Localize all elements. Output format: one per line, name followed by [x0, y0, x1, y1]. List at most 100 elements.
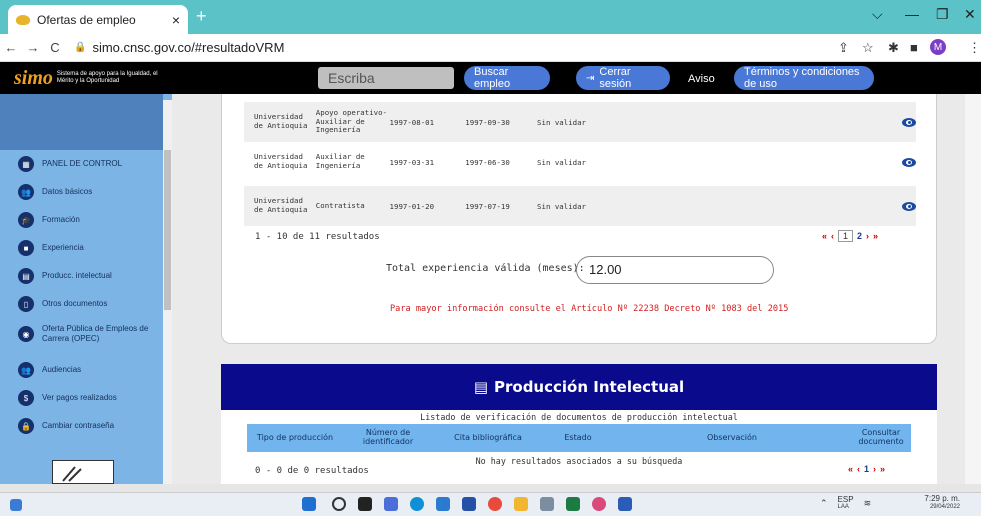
logo-slogan: Sistema de apoyo para la Igualdad, el Mé…	[56, 71, 158, 84]
cerrar-sesion-label: Cerrar sesión	[599, 66, 632, 90]
pager2-first[interactable]: «	[848, 464, 853, 474]
sidebar-item-label: Cambiar contraseña	[42, 420, 115, 430]
view-document-button[interactable]	[902, 117, 916, 127]
sidebar-item-6[interactable]: ◉ Oferta Pública de Empleos de Carrera (O…	[18, 324, 152, 345]
chrome-profile-icon[interactable]	[592, 497, 606, 511]
edge-icon[interactable]	[410, 497, 424, 511]
view-eye-icon[interactable]	[902, 117, 916, 127]
aviso-link[interactable]: Aviso	[688, 73, 715, 85]
menu-kebab-icon[interactable]: ⋮	[968, 40, 981, 56]
wifi-icon[interactable]: ≋	[864, 498, 872, 509]
sidebar-item-2[interactable]: 🎓 Formación	[18, 212, 152, 228]
col-numero: Número de identificador	[362, 428, 414, 446]
chrome-icon[interactable]	[488, 497, 502, 511]
browser-tab[interactable]: Ofertas de empleo ×	[8, 5, 188, 34]
lang-indicator[interactable]: ESP LAA	[837, 496, 854, 511]
experience-row: Universidad de Antioquia Contratista 1997-…	[244, 186, 916, 226]
sidepanel-icon[interactable]: ■	[910, 40, 918, 55]
graduation-icon: 🎓	[18, 212, 34, 228]
experience-row: Universidad de Antioquia Apoyo operativo-…	[244, 102, 916, 142]
clock-time: 7:29 p. m.	[924, 494, 960, 503]
chat-icon[interactable]	[384, 497, 398, 511]
cell-inicio: 1997-03-31	[389, 157, 435, 167]
experience-page-info: 1 - 10 de 11 resultados	[255, 232, 380, 242]
view-document-button[interactable]	[902, 201, 916, 211]
pager2-last[interactable]: »	[880, 464, 885, 474]
sidebar-item-label: Audiencias	[42, 364, 82, 374]
produccion-header: ▤ Producción Intelectual	[221, 364, 937, 410]
col-tipo: Tipo de producción	[256, 432, 334, 442]
dollar-icon: $	[18, 390, 34, 406]
task-view-icon[interactable]	[10, 499, 22, 511]
legal-note: Para mayor información consulte el Artíc…	[390, 304, 789, 314]
tab-search-chevron-icon[interactable]: ⌵	[872, 6, 883, 23]
new-tab-button[interactable]: +	[196, 6, 207, 27]
pager-last[interactable]: »	[873, 231, 878, 241]
taskview-icon[interactable]	[358, 497, 372, 511]
sidebar-item-1[interactable]: 👥 Datos básicos	[18, 184, 152, 200]
pager-page-2[interactable]: 2	[857, 231, 862, 241]
terminos-button[interactable]: Términos y condiciones de uso	[734, 66, 874, 90]
maximize-button[interactable]: ❐	[936, 6, 949, 23]
share-icon[interactable]: ⇪	[838, 40, 849, 56]
bookmark-star-icon[interactable]: ☆	[862, 40, 874, 56]
tab-close-icon[interactable]: ×	[172, 12, 180, 28]
pager-prev[interactable]: ‹	[831, 231, 834, 241]
app-icon[interactable]	[540, 497, 554, 511]
view-eye-icon[interactable]	[902, 157, 916, 167]
word-icon[interactable]	[618, 497, 632, 511]
sidebar-item-7[interactable]: 👥 Audiencias	[18, 362, 152, 378]
site-logo[interactable]: simo Sistema de apoyo para la Igualdad, …	[14, 66, 174, 90]
sidebar-item-0[interactable]: ▦ PANEL DE CONTROL	[18, 156, 152, 172]
pager-next[interactable]: ›	[866, 231, 869, 241]
buscar-empleo-button[interactable]: Buscar empleo	[464, 66, 550, 90]
sidebar-item-3[interactable]: ■ Experiencia	[18, 240, 152, 256]
list-doc-icon: ▤	[473, 378, 488, 396]
search-icon[interactable]	[332, 497, 346, 511]
cell-estado: Sin validar	[537, 201, 586, 211]
mail-icon[interactable]	[436, 497, 450, 511]
store-icon[interactable]	[462, 497, 476, 511]
no-results-text: No hay resultados asociados a su búsqued…	[475, 456, 683, 466]
sidebar-scroll-thumb[interactable]	[164, 150, 171, 310]
pager-first[interactable]: «	[822, 231, 827, 241]
excel-icon[interactable]	[566, 497, 580, 511]
cell-entidad: Universidad de Antioquia	[254, 152, 308, 170]
lang-label-2: LAA	[837, 504, 849, 510]
minimize-button[interactable]: —	[905, 6, 919, 22]
explorer-icon[interactable]	[514, 497, 528, 511]
cerrar-sesion-button[interactable]: ⇥ Cerrar sesión	[576, 66, 670, 90]
tray-chevron-icon[interactable]: ⌃	[820, 498, 828, 509]
cell-entidad: Universidad de Antioquia	[254, 196, 308, 214]
cell-inicio: 1997-08-01	[389, 117, 435, 127]
close-window-button[interactable]: ✕	[964, 6, 976, 23]
reload-icon[interactable]: C	[44, 40, 66, 55]
globe-icon: ◉	[18, 326, 34, 343]
pager-current[interactable]: 1	[838, 230, 854, 242]
sidebar-item-5[interactable]: ▯ Otros documentos	[18, 296, 152, 312]
profile-avatar[interactable]: M	[930, 39, 946, 55]
sidebar-item-label: PANEL DE CONTROL	[42, 158, 123, 168]
back-icon[interactable]: ←	[0, 40, 22, 55]
sidebar-item-8[interactable]: $ Ver pagos realizados	[18, 390, 152, 406]
page-vertical-scrollbar[interactable]	[965, 94, 981, 484]
start-icon[interactable]	[302, 497, 316, 511]
sidebar-item-4[interactable]: ▤ Producc. intelectual	[18, 268, 152, 284]
cell-cargo: Auxiliar de Ingeniería	[315, 152, 365, 170]
url-field[interactable]: 🔒 simo.cnsc.gov.co/#resultadoVRM	[74, 40, 284, 55]
view-document-button[interactable]	[902, 157, 916, 167]
users-icon: 👥	[18, 184, 34, 200]
sidebar-item-9[interactable]: 🔒 Cambiar contraseña	[18, 418, 152, 434]
sidebar-item-label: Producc. intelectual	[42, 270, 112, 280]
search-input[interactable]: Escriba	[318, 67, 454, 89]
extensions-icon[interactable]: ✱	[888, 40, 899, 56]
pager2-prev[interactable]: ‹	[857, 464, 860, 474]
page-horizontal-scrollbar[interactable]	[0, 484, 981, 492]
pager2-current[interactable]: 1	[864, 464, 869, 474]
pager2-next[interactable]: ›	[873, 464, 876, 474]
taskbar-clock[interactable]: 7:29 p. m. 29/04/2022	[900, 494, 960, 511]
briefcase-icon: ■	[18, 240, 34, 256]
view-eye-icon[interactable]	[902, 201, 916, 211]
forward-icon[interactable]: →	[22, 40, 44, 55]
total-experience-value: 12.00	[576, 256, 774, 284]
